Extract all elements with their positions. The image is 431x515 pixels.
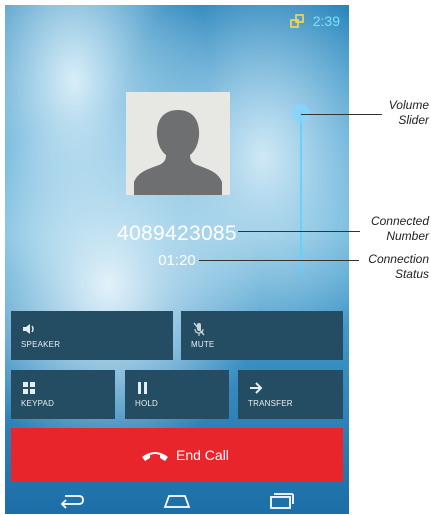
hang-up-icon: [142, 452, 168, 461]
arrow-right-icon: [250, 382, 263, 394]
annotation-connection-line1: Connection: [368, 252, 429, 266]
annotation-volume-line1: Volume: [388, 98, 429, 112]
connected-number-annotation: Connected Number: [371, 214, 429, 244]
mute-label: MUTE: [191, 340, 215, 349]
end-call-label: End Call: [176, 447, 229, 463]
connected-callout-line: [238, 231, 360, 232]
end-call-button[interactable]: End Call: [11, 428, 343, 482]
annotation-connected-line2: Number: [386, 229, 429, 243]
status-time: 2:39: [312, 13, 340, 29]
volume-slider-annotation: Volume Slider: [389, 98, 429, 128]
volume-callout-line: [301, 114, 382, 115]
annotation-volume-line2: Slider: [398, 113, 429, 127]
connection-callout-line: [199, 260, 359, 261]
volume-slider-track[interactable]: [300, 110, 302, 274]
status-bar: 2:39: [5, 5, 349, 35]
recents-icon[interactable]: [266, 490, 296, 510]
annotation-connection-line2: Status: [394, 267, 429, 281]
contact-silhouette-icon: [134, 110, 222, 195]
mute-mic-icon: [193, 322, 205, 336]
volume-slider-handle[interactable]: [292, 104, 310, 122]
pause-icon: [138, 382, 147, 394]
navigation-bar: [5, 484, 349, 514]
annotation-connected-line1: Connected: [370, 214, 429, 228]
hold-button[interactable]: HOLD: [125, 370, 229, 419]
back-icon[interactable]: [57, 490, 87, 510]
keypad-button[interactable]: KEYPAD: [11, 370, 115, 419]
home-icon[interactable]: [162, 490, 192, 510]
keypad-icon: [23, 382, 35, 394]
contact-avatar: [126, 92, 230, 195]
connected-number: 4089423085: [117, 222, 237, 245]
transfer-button[interactable]: TRANSFER: [238, 370, 343, 419]
speaker-icon: [23, 324, 34, 334]
speaker-button[interactable]: SPEAKER: [11, 311, 173, 360]
mute-button[interactable]: MUTE: [181, 311, 343, 360]
hold-label: HOLD: [135, 399, 159, 408]
speaker-label: SPEAKER: [21, 340, 61, 349]
keypad-label: KEYPAD: [21, 399, 55, 408]
network-icon: [290, 14, 304, 28]
connection-status-annotation: Connection Status: [368, 252, 429, 282]
transfer-label: TRANSFER: [248, 399, 293, 408]
